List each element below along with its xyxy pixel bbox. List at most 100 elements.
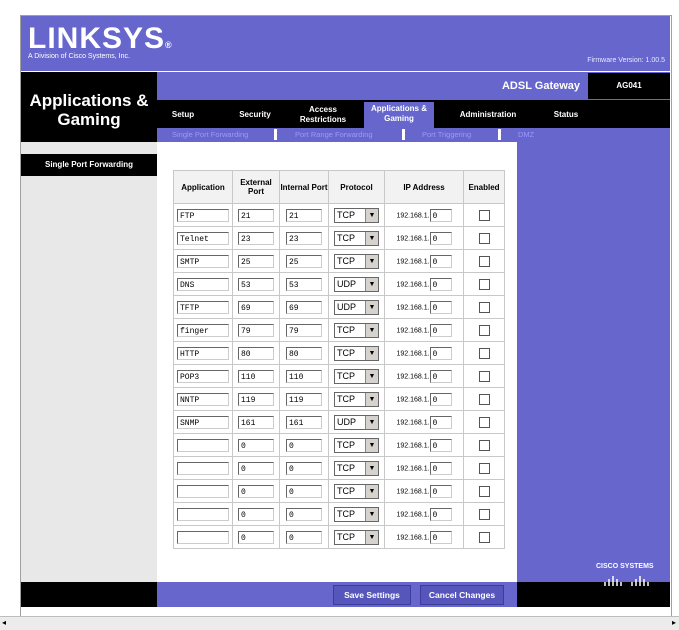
chevron-down-icon[interactable]: ▼: [365, 530, 378, 544]
external-port-input[interactable]: 0: [238, 484, 274, 498]
enabled-checkbox[interactable]: [478, 370, 490, 382]
ip-last-octet-input[interactable]: 0: [429, 392, 452, 406]
internal-port-input[interactable]: 119: [286, 392, 322, 406]
external-port-input[interactable]: 110: [238, 369, 274, 383]
subtab-port-range-forwarding[interactable]: Port Range Forwarding: [295, 130, 373, 139]
subtab-dmz[interactable]: DMZ: [518, 130, 534, 139]
protocol-select[interactable]: UDP ▼: [334, 276, 379, 292]
scroll-right-icon[interactable]: ▸: [672, 618, 676, 627]
ip-last-octet-input[interactable]: 0: [429, 484, 452, 498]
protocol-select[interactable]: TCP ▼: [334, 529, 379, 545]
enabled-checkbox[interactable]: [478, 278, 490, 290]
tab-access-restrictions[interactable]: Access Restrictions: [290, 105, 356, 125]
enabled-checkbox[interactable]: [478, 531, 490, 543]
ip-last-octet-input[interactable]: 0: [429, 231, 452, 245]
application-name-input[interactable]: TFTP: [177, 300, 229, 314]
subtab-port-triggering[interactable]: Port Triggering: [422, 130, 471, 139]
save-settings-button[interactable]: Save Settings: [333, 585, 411, 605]
chevron-down-icon[interactable]: ▼: [365, 507, 378, 521]
enabled-checkbox[interactable]: [478, 232, 490, 244]
protocol-select[interactable]: UDP ▼: [334, 414, 379, 430]
protocol-select[interactable]: TCP ▼: [334, 230, 379, 246]
cancel-changes-button[interactable]: Cancel Changes: [420, 585, 504, 605]
protocol-select[interactable]: TCP ▼: [334, 368, 379, 384]
internal-port-input[interactable]: 80: [286, 346, 322, 360]
external-port-input[interactable]: 69: [238, 300, 274, 314]
internal-port-input[interactable]: 79: [286, 323, 322, 337]
enabled-checkbox[interactable]: [478, 324, 490, 336]
protocol-select[interactable]: UDP ▼: [334, 299, 379, 315]
application-name-input[interactable]: [177, 530, 229, 544]
chevron-down-icon[interactable]: ▼: [365, 484, 378, 498]
tab-administration[interactable]: Administration: [452, 110, 524, 120]
ip-last-octet-input[interactable]: 0: [429, 277, 452, 291]
external-port-input[interactable]: 25: [238, 254, 274, 268]
enabled-checkbox[interactable]: [478, 301, 490, 313]
internal-port-input[interactable]: 0: [286, 438, 322, 452]
protocol-select[interactable]: TCP ▼: [334, 207, 379, 223]
application-name-input[interactable]: SMTP: [177, 254, 229, 268]
ip-last-octet-input[interactable]: 0: [429, 323, 452, 337]
chevron-down-icon[interactable]: ▼: [365, 231, 378, 245]
internal-port-input[interactable]: 23: [286, 231, 322, 245]
application-name-input[interactable]: SNMP: [177, 415, 229, 429]
application-name-input[interactable]: FTP: [177, 208, 229, 222]
ip-last-octet-input[interactable]: 0: [429, 438, 452, 452]
external-port-input[interactable]: 119: [238, 392, 274, 406]
enabled-checkbox[interactable]: [478, 393, 490, 405]
protocol-select[interactable]: TCP ▼: [334, 322, 379, 338]
external-port-input[interactable]: 79: [238, 323, 274, 337]
chevron-down-icon[interactable]: ▼: [365, 392, 378, 406]
enabled-checkbox[interactable]: [478, 439, 490, 451]
application-name-input[interactable]: [177, 484, 229, 498]
external-port-input[interactable]: 53: [238, 277, 274, 291]
enabled-checkbox[interactable]: [478, 255, 490, 267]
external-port-input[interactable]: 21: [238, 208, 274, 222]
protocol-select[interactable]: TCP ▼: [334, 483, 379, 499]
tab-status[interactable]: Status: [548, 110, 584, 120]
chevron-down-icon[interactable]: ▼: [365, 208, 378, 222]
ip-last-octet-input[interactable]: 0: [429, 530, 452, 544]
internal-port-input[interactable]: 161: [286, 415, 322, 429]
external-port-input[interactable]: 80: [238, 346, 274, 360]
ip-last-octet-input[interactable]: 0: [429, 507, 452, 521]
internal-port-input[interactable]: 25: [286, 254, 322, 268]
external-port-input[interactable]: 0: [238, 438, 274, 452]
internal-port-input[interactable]: 0: [286, 461, 322, 475]
application-name-input[interactable]: NNTP: [177, 392, 229, 406]
enabled-checkbox[interactable]: [478, 485, 490, 497]
chevron-down-icon[interactable]: ▼: [365, 461, 378, 475]
external-port-input[interactable]: 0: [238, 530, 274, 544]
application-name-input[interactable]: [177, 438, 229, 452]
tab-setup[interactable]: Setup: [163, 110, 203, 120]
ip-last-octet-input[interactable]: 0: [429, 208, 452, 222]
chevron-down-icon[interactable]: ▼: [365, 346, 378, 360]
ip-last-octet-input[interactable]: 0: [429, 369, 452, 383]
scroll-left-icon[interactable]: ◂: [2, 618, 6, 627]
internal-port-input[interactable]: 53: [286, 277, 322, 291]
chevron-down-icon[interactable]: ▼: [365, 300, 378, 314]
application-name-input[interactable]: POP3: [177, 369, 229, 383]
enabled-checkbox[interactable]: [478, 462, 490, 474]
application-name-input[interactable]: [177, 507, 229, 521]
horizontal-scrollbar[interactable]: [0, 616, 679, 630]
ip-last-octet-input[interactable]: 0: [429, 346, 452, 360]
enabled-checkbox[interactable]: [478, 416, 490, 428]
application-name-input[interactable]: HTTP: [177, 346, 229, 360]
ip-last-octet-input[interactable]: 0: [429, 254, 452, 268]
ip-last-octet-input[interactable]: 0: [429, 461, 452, 475]
chevron-down-icon[interactable]: ▼: [365, 438, 378, 452]
ip-last-octet-input[interactable]: 0: [429, 300, 452, 314]
chevron-down-icon[interactable]: ▼: [365, 277, 378, 291]
chevron-down-icon[interactable]: ▼: [365, 369, 378, 383]
chevron-down-icon[interactable]: ▼: [365, 254, 378, 268]
enabled-checkbox[interactable]: [478, 209, 490, 221]
external-port-input[interactable]: 161: [238, 415, 274, 429]
chevron-down-icon[interactable]: ▼: [365, 415, 378, 429]
tab-applications-gaming[interactable]: Applications & Gaming: [364, 102, 434, 128]
application-name-input[interactable]: DNS: [177, 277, 229, 291]
internal-port-input[interactable]: 21: [286, 208, 322, 222]
internal-port-input[interactable]: 110: [286, 369, 322, 383]
protocol-select[interactable]: TCP ▼: [334, 253, 379, 269]
external-port-input[interactable]: 23: [238, 231, 274, 245]
